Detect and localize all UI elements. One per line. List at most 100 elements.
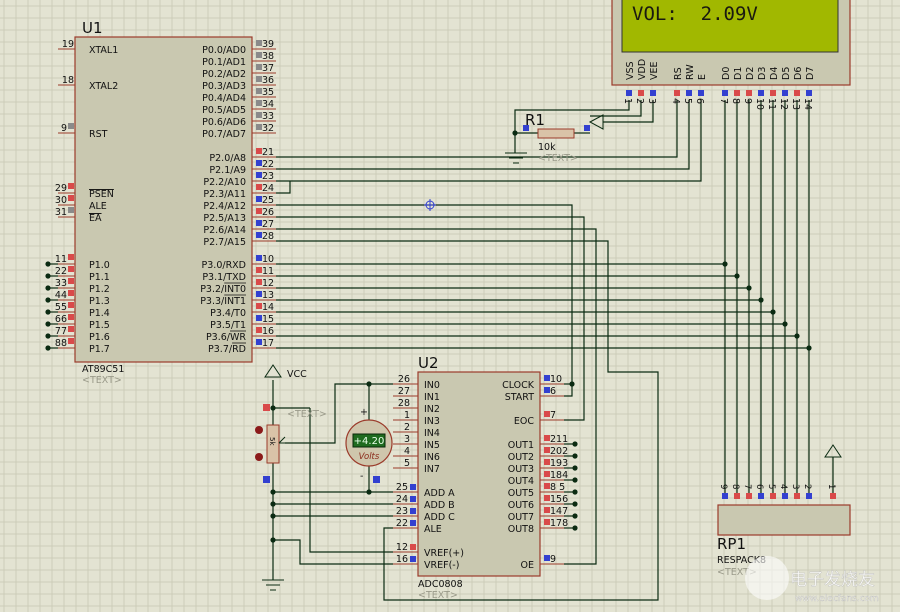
pot-value: 5k [268, 437, 276, 446]
junction-dot [366, 489, 372, 495]
lcd-pin-number: 3 [646, 98, 657, 104]
junction-dot [572, 441, 578, 447]
u2-pin-label: VREF(-) [424, 560, 459, 571]
increment-button[interactable] [255, 453, 263, 461]
pin-state-indicator [68, 302, 74, 308]
lcd-pin-label: D5 [781, 67, 792, 80]
pin-state-indicator [410, 556, 416, 562]
u2-pin-label: OUT5 [508, 488, 534, 499]
u2-pin-number: 3 [404, 434, 410, 445]
u1-pin-label: P3.0/RXD [202, 260, 246, 271]
u2-pin-label: IN7 [424, 464, 440, 475]
u1-pin-number: 31 [55, 207, 67, 218]
u1-pin-number: 29 [55, 183, 67, 194]
u2-pin-number: 16 [396, 554, 408, 565]
u2-pin-number: 12 [396, 542, 408, 553]
u1-pin-label: P3.3/INT1 [200, 296, 246, 307]
u1-pin-number: 44 [55, 290, 67, 301]
u2-pin-number: 27 [398, 386, 410, 397]
u2-pin-label: OUT3 [508, 464, 534, 475]
u2-pin-number: 22 [396, 518, 408, 529]
u2-pin-number: 24 [396, 494, 408, 505]
u1-pin-label: P0.3/AD3 [202, 81, 246, 92]
r1-text: <TEXT> [538, 153, 578, 164]
lcd-pin-label: D6 [793, 67, 804, 80]
junction-dot [794, 333, 800, 339]
u1-pin-label: P2.3/A11 [203, 189, 246, 200]
u1-pin-number: 28 [262, 231, 274, 242]
u1-pin-number: 23 [262, 171, 274, 182]
u1-pin-number: 10 [262, 254, 274, 265]
junction-dot [45, 309, 51, 315]
u1-ref: U1 [82, 19, 103, 37]
u2-pin-number: 7 [550, 410, 556, 421]
lcd-pin-label: D0 [721, 67, 732, 80]
pin-state-indicator [68, 314, 74, 320]
junction-dot [572, 453, 578, 459]
u2-pin-label: OUT8 [508, 524, 534, 535]
u1-pin-number: 55 [55, 302, 67, 313]
watermark-logo-text: 电子发烧友 [790, 570, 875, 590]
u1-pin-label: P1.3 [89, 296, 110, 307]
pin-state-indicator [638, 90, 644, 96]
cursor-crosshair-icon [424, 199, 436, 211]
u2-pin-number: 193 [550, 458, 568, 469]
u1-pin-label: ALE [89, 201, 107, 212]
pin-state-indicator [68, 183, 74, 189]
decrement-button[interactable] [255, 426, 263, 434]
lcd-pin-label: D1 [733, 67, 744, 80]
u2-pin-label: IN6 [424, 452, 440, 463]
pin-state-indicator [410, 544, 416, 550]
rp1-ref: RP1 [717, 535, 746, 553]
pin-state-indicator [782, 90, 788, 96]
junction-dot [572, 465, 578, 471]
u1-pin-label: P2.4/A12 [203, 201, 246, 212]
voltmeter-unit: Volts [359, 452, 380, 462]
voltmeter-reading: +4.20 [354, 436, 385, 447]
u1-pin-number: 38 [262, 51, 274, 62]
junction-dot [45, 285, 51, 291]
pin-state-indicator [68, 207, 74, 213]
u1-pin-label: P2.5/A13 [203, 213, 246, 224]
pin-state-indicator [650, 90, 656, 96]
u1-pin-number: 35 [262, 87, 274, 98]
u1-pin-number: 22 [262, 159, 274, 170]
u1-pin-label: P3.1/TXD [202, 272, 246, 283]
schematic-canvas[interactable]: U1 AT89C51 <TEXT> VOL: 2.09V R1 10k <TEX… [0, 0, 900, 612]
u1-pin-number: 17 [262, 338, 274, 349]
u2-pin-label: ADD B [424, 500, 455, 511]
u2-part: ADC0808 [418, 579, 463, 590]
u1-pin-label: P1.2 [89, 284, 110, 295]
u1-text: <TEXT> [82, 375, 122, 386]
u2-pin-label: VREF(+) [424, 548, 464, 559]
u1-pin-number: 32 [262, 123, 274, 134]
rp1-pin-number: 1 [826, 484, 836, 489]
rp1-pin-number: 8 [730, 484, 740, 489]
u1-pin-label: P0.4/AD4 [202, 93, 246, 104]
u2-pin-number: 202 [550, 446, 568, 457]
power-terminal-icon [824, 444, 842, 458]
junction-dot [770, 309, 776, 315]
u1-pin-label: P2.7/A15 [203, 237, 246, 248]
u1-pin-label: P3.5/T1 [210, 320, 246, 331]
lcd-screen-text: VOL: 2.09V [632, 3, 758, 25]
lcd-pin-label: VSS [625, 61, 636, 80]
junction-dot [722, 261, 728, 267]
junction-dot [45, 345, 51, 351]
lcd-pin-number: 12 [778, 98, 789, 110]
pin-state-indicator [68, 338, 74, 344]
pin-state-indicator [686, 90, 692, 96]
pin-state-indicator [68, 290, 74, 296]
lcd-pin-number: 9 [742, 98, 753, 104]
pin-state-indicator [68, 123, 74, 129]
u2-pin-number: 6 [550, 386, 556, 397]
u1-pin-number: 27 [262, 219, 274, 230]
u1-pin-label: P1.4 [89, 308, 110, 319]
u1-pin-number: 36 [262, 75, 274, 86]
vcc-power-icon [264, 364, 282, 378]
pin-state-indicator [806, 493, 812, 499]
lcd-pin-label: D7 [805, 67, 816, 80]
pin-state-indicator [68, 278, 74, 284]
u1-pin-label: RST [89, 129, 108, 140]
u2-pin-number: 9 [550, 554, 556, 565]
